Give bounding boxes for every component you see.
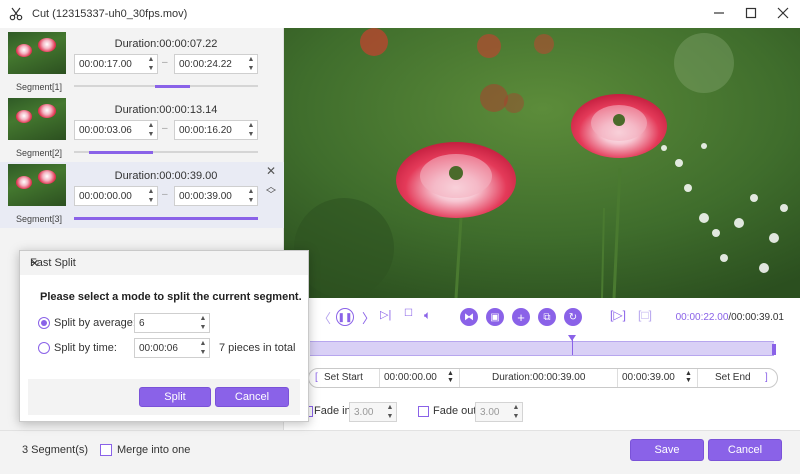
spin-arrows-icon[interactable]: ▲ ▼ [147, 122, 155, 138]
prev-frame-icon[interactable]: 〈 [318, 308, 331, 327]
segment-duration: Duration:00:00:39.00 [114, 170, 218, 182]
split-by-average-field[interactable]: 6 ▲ ▼ [134, 313, 210, 333]
volume-icon[interactable]: 🔈︎ [424, 308, 431, 323]
spin-arrows-icon[interactable]: ▲ ▼ [199, 315, 207, 331]
split-by-time-field[interactable]: 00:00:06 ▲ ▼ [134, 338, 210, 358]
spin-arrows-icon[interactable]: ▲ ▼ [147, 188, 155, 204]
cancel-button[interactable]: Cancel [708, 439, 782, 461]
pieces-total-text: 7 pieces in total [219, 342, 296, 354]
split-by-time-radio[interactable] [38, 342, 50, 354]
segment-end-field[interactable]: 00:00:39.00 ▲ ▼ [174, 186, 258, 206]
segment-label: Segment[1] [16, 82, 63, 92]
segment-end-field[interactable]: 00:00:16.20 ▲ ▼ [174, 120, 258, 140]
timeline-track[interactable] [310, 335, 776, 356]
spin-arrows-icon[interactable]: ▲ ▼ [386, 404, 394, 420]
bottom-bar: 3 Segment(s) Merge into one Save Cancel [0, 430, 800, 474]
mark-end-icon[interactable]: [□] [638, 308, 652, 322]
snapshot-icon[interactable]: ▣ [486, 308, 504, 326]
close-icon[interactable] [776, 6, 790, 20]
fade-out-checkbox[interactable] [418, 406, 429, 417]
timeline-end-handle[interactable] [772, 344, 776, 355]
spin-arrows-icon[interactable]: ▲ ▼ [247, 56, 255, 72]
segment-count: 3 Segment(s) [22, 444, 89, 456]
fast-split-dialog: Fast Split ✕ Please select a mode to spl… [19, 250, 309, 422]
next-frame-icon[interactable]: 〉 [362, 308, 375, 327]
split-button[interactable]: Split [139, 387, 211, 407]
range-duration: Duration:00:00:39.00 [492, 372, 586, 383]
segment-range-bar [74, 150, 258, 154]
dialog-prompt: Please select a mode to split the curren… [40, 291, 302, 303]
fade-in-field[interactable]: 3.00 ▲ ▼ [349, 402, 397, 422]
title-bar: Cut (12315337-uh0_30fps.mov) [0, 0, 800, 28]
jump-to-end-icon[interactable]: ▷| [380, 308, 391, 321]
set-range-row: [ Set Start 00:00:00.00 ▲ ▼ Duration:00:0… [308, 368, 778, 388]
time-display: 00:00:22.00/00:00:39.01 [675, 312, 784, 323]
mark-start-icon[interactable]: [▷] [610, 308, 626, 322]
segment-item-1[interactable]: Segment[1] Duration:00:00:07.22 00:00:17… [0, 30, 284, 96]
segment-thumbnail [8, 164, 66, 206]
dialog-close-icon[interactable]: ✕ [30, 257, 298, 270]
spin-arrows-icon[interactable]: ▲ ▼ [247, 122, 255, 138]
segment-start-field[interactable]: 00:00:03.06 ▲ ▼ [74, 120, 158, 140]
segment-item-3[interactable]: Segment[3] Duration:00:00:39.00 00:00:00… [0, 162, 284, 228]
segment-range-bar [74, 84, 258, 88]
segment-label: Segment[2] [16, 148, 63, 158]
delete-segment-icon[interactable]: ✕ [264, 164, 278, 178]
segment-item-2[interactable]: Segment[2] Duration:00:00:13.14 00:00:03… [0, 96, 284, 162]
set-start-button[interactable]: Set Start [324, 372, 363, 383]
playhead-marker[interactable] [567, 335, 576, 355]
spin-arrows-icon[interactable]: ▲ ▼ [147, 56, 155, 72]
maximize-icon[interactable] [744, 6, 758, 20]
segment-duration: Duration:00:00:13.14 [114, 104, 218, 116]
fade-row: Fade in 3.00 ▲ ▼ Fade out 3.00 ▲ ▼ [300, 402, 780, 422]
move-down-icon[interactable]: ﹀ [264, 186, 278, 201]
player-controls: 〈 ❚❚ 〉 ▷| ☐ 🔈︎ ⧓ ▣ + ⧉ ↻ [▷] [□] 00:00:2… [300, 304, 800, 332]
window-title: Cut (12315337-uh0_30fps.mov) [32, 8, 188, 20]
segment-start-field[interactable]: 00:00:00.00 ▲ ▼ [74, 186, 158, 206]
fade-in-label: Fade in [314, 405, 351, 417]
preview-image [284, 28, 800, 298]
scissors-icon [8, 6, 24, 22]
copy-segment-icon[interactable]: ⧉ [538, 308, 556, 326]
split-by-time-label: Split by time: [54, 342, 117, 354]
merge-label: Merge into one [117, 444, 191, 456]
split-by-average-label: Split by average: [54, 317, 136, 329]
bracket-start-icon: [ [315, 372, 318, 383]
segment-start-field[interactable]: 00:00:17.00 ▲ ▼ [74, 54, 158, 74]
stop-icon[interactable]: ☐ [404, 308, 413, 319]
fade-out-label: Fade out [433, 405, 477, 417]
split-segment-icon[interactable]: ⧓ [460, 308, 478, 326]
add-segment-icon[interactable]: + [512, 308, 530, 326]
spin-arrows-icon[interactable]: ▲ ▼ [685, 370, 692, 384]
split-by-average-radio[interactable] [38, 317, 50, 329]
dialog-title-bar: Fast Split ✕ [20, 251, 308, 275]
range-end-field[interactable]: 00:00:39.00 [622, 372, 675, 383]
dialog-cancel-button[interactable]: Cancel [215, 387, 289, 407]
segment-duration: Duration:00:00:07.22 [114, 38, 218, 50]
range-start-field[interactable]: 00:00:00.00 [384, 372, 437, 383]
segment-thumbnail [8, 98, 66, 140]
video-preview [284, 28, 800, 298]
reset-icon[interactable]: ↻ [564, 308, 582, 326]
spin-arrows-icon[interactable]: ▲ ▼ [247, 188, 255, 204]
save-button[interactable]: Save [630, 439, 704, 461]
merge-checkbox[interactable] [100, 444, 112, 456]
spin-arrows-icon[interactable]: ▲ ▼ [447, 370, 454, 384]
segment-label: Segment[3] [16, 214, 63, 224]
pause-button[interactable]: ❚❚ [336, 308, 354, 326]
spin-arrows-icon[interactable]: ▲ ▼ [199, 340, 207, 356]
fade-out-field[interactable]: 3.00 ▲ ▼ [475, 402, 523, 422]
minimize-icon[interactable] [712, 6, 726, 20]
segment-end-field[interactable]: 00:00:24.22 ▲ ▼ [174, 54, 258, 74]
segment-range-bar [74, 216, 258, 220]
bracket-end-icon: ] [765, 372, 768, 383]
segment-thumbnail [8, 32, 66, 74]
spin-arrows-icon[interactable]: ▲ ▼ [512, 404, 520, 420]
set-end-button[interactable]: Set End [715, 372, 751, 383]
